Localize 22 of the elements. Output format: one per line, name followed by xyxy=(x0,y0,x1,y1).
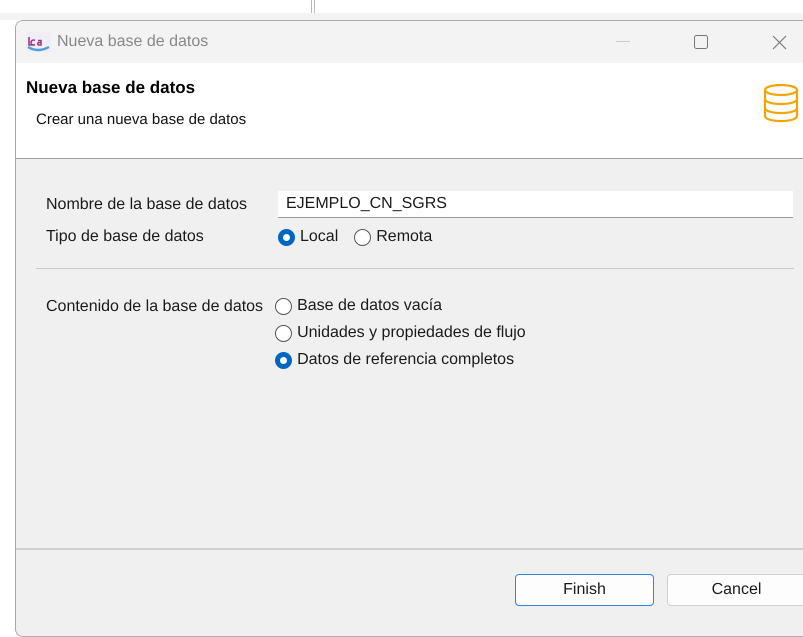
radio-button[interactable] xyxy=(275,352,292,368)
database-icon xyxy=(763,83,799,123)
radio-label[interactable]: Unidades y propiedades de flujo xyxy=(297,324,526,342)
radio-button[interactable] xyxy=(275,324,292,342)
maximize-icon[interactable] xyxy=(694,35,708,49)
radio-button[interactable] xyxy=(275,298,292,314)
field-label: Contenido de la base de datos xyxy=(46,297,264,317)
window-title: Nueva base de datos xyxy=(57,33,210,51)
radio-label[interactable]: Base de datos vacía xyxy=(297,297,442,315)
radio-label[interactable]: Local xyxy=(300,228,338,246)
dialog-button[interactable]: Finish xyxy=(515,574,654,606)
name-input-field[interactable]: EJEMPLO_CN_SGRS xyxy=(278,191,793,218)
dialog-button[interactable]: Cancel xyxy=(667,574,803,606)
radio-label[interactable]: Datos de referencia completos xyxy=(297,351,514,369)
page-subtitle: Crear una nueva base de datos xyxy=(36,111,248,128)
close-icon[interactable] xyxy=(772,34,786,50)
field-label: Nombre de la base de datos xyxy=(46,196,248,214)
field-label: Tipo de base de datos xyxy=(46,228,205,246)
radio-button[interactable] xyxy=(278,228,295,246)
page-title: Nueva base de datos xyxy=(26,78,196,98)
radio-button[interactable] xyxy=(354,228,372,246)
radio-label[interactable]: Remota xyxy=(376,228,432,246)
